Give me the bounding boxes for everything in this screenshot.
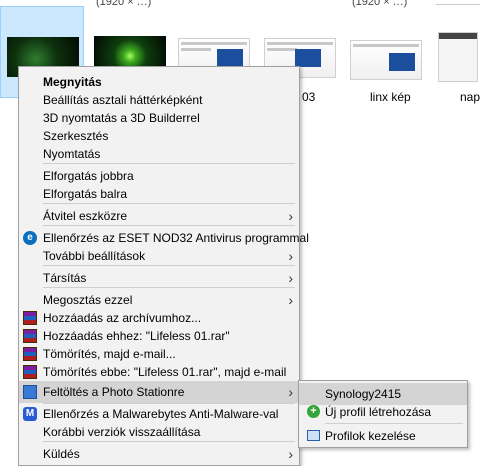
chevron-right-icon: › (288, 208, 293, 224)
chevron-right-icon: › (288, 384, 293, 400)
menu-item-label: Szerkesztés (43, 129, 109, 143)
menu-item-label: Nyomtatás (43, 147, 101, 161)
menu-item-label: Tömörítés ebbe: "Lifeless 01.rar", majd … (43, 365, 287, 379)
menu-item-photo-station-upload[interactable]: Feltöltés a Photo Stationre › (19, 381, 299, 403)
file-thumbnail[interactable]: linx kép (344, 6, 428, 104)
menu-item-label: Feltöltés a Photo Stationre (43, 385, 185, 399)
menu-separator (43, 441, 295, 442)
submenu-item-new-profile[interactable]: + Új profil létrehozása (299, 401, 467, 423)
file-name-label: linx kép (370, 90, 411, 104)
eset-icon: e (23, 231, 37, 245)
menu-item-label: Hozzáadás ehhez: "Lifeless 01.rar" (43, 329, 230, 343)
menu-item-open-with[interactable]: Társítás › (19, 267, 299, 289)
menu-item-label: Megnyitás (43, 75, 102, 89)
image-thumbnail (350, 40, 422, 80)
menu-item-label: Ellenőrzés az ESET NOD32 Antivirus progr… (43, 231, 309, 245)
menu-item-label: Elforgatás jobbra (43, 169, 134, 183)
file-dimension-text (436, 0, 480, 5)
menu-item-label: Megosztás ezzel (43, 293, 133, 307)
menu-item-label: Beállítás asztali háttérképként (43, 93, 203, 107)
winrar-icon (23, 329, 37, 343)
menu-item-label: Átvitel eszközre (43, 209, 128, 223)
photo-station-icon (23, 385, 37, 399)
menu-item-cast-to-device[interactable]: Átvitel eszközre › (19, 205, 299, 227)
file-thumbnail[interactable]: naplo (432, 6, 480, 104)
submenu-item-manage-profiles[interactable]: Profilok kezelése (299, 425, 467, 447)
file-name-label: naplo (460, 90, 480, 104)
winrar-icon (23, 365, 37, 379)
file-name-label: 03 (302, 90, 316, 104)
menu-item-restore-versions[interactable]: Korábbi verziók visszaállítása (19, 421, 299, 443)
submenu-item-label: Synology2415 (325, 387, 402, 401)
malwarebytes-icon: M (23, 407, 37, 421)
menu-item-more-options[interactable]: További beállítások › (19, 245, 299, 267)
photo-station-submenu: Synology2415 + Új profil létrehozása Prof… (298, 380, 468, 448)
chevron-right-icon: › (288, 270, 293, 286)
menu-item-label: Ellenőrzés a Malwarebytes Anti-Malware-v… (43, 407, 279, 421)
menu-separator (43, 287, 295, 288)
menu-item-label: Küldés (43, 447, 80, 461)
menu-item-rotate-left[interactable]: Elforgatás balra (19, 183, 299, 205)
submenu-item-label: Új profil létrehozása (325, 405, 432, 419)
context-menu: Megnyitás Beállítás asztali háttérképkén… (18, 66, 309, 466)
add-icon: + (307, 405, 320, 418)
menu-item-label: Elforgatás balra (43, 187, 128, 201)
profiles-icon (307, 430, 320, 441)
menu-separator (43, 225, 295, 226)
menu-item-compress-rar-email[interactable]: Tömörítés ebbe: "Lifeless 01.rar", majd … (19, 361, 299, 383)
menu-item-label: 3D nyomtatás a 3D Builderrel (43, 111, 200, 125)
menu-item-label: Tömörítés, majd e-mail... (43, 347, 176, 361)
menu-item-label: Korábbi verziók visszaállítása (43, 425, 201, 439)
image-thumbnail (438, 32, 478, 82)
submenu-item-label: Profilok kezelése (325, 429, 416, 443)
chevron-right-icon: › (288, 248, 293, 264)
winrar-icon (23, 347, 37, 361)
menu-item-label: További beállítások (43, 249, 146, 263)
menu-item-label: Hozzáadás az archívumhoz... (43, 311, 202, 325)
menu-item-send-to[interactable]: Küldés › (19, 443, 299, 465)
menu-separator (43, 265, 295, 266)
menu-item-label: Társítás (43, 271, 87, 285)
menu-item-print[interactable]: Nyomtatás (19, 143, 299, 165)
menu-separator (43, 163, 295, 164)
winrar-icon (23, 311, 37, 325)
chevron-right-icon: › (288, 446, 293, 462)
menu-separator (325, 423, 463, 424)
menu-separator (43, 203, 295, 204)
